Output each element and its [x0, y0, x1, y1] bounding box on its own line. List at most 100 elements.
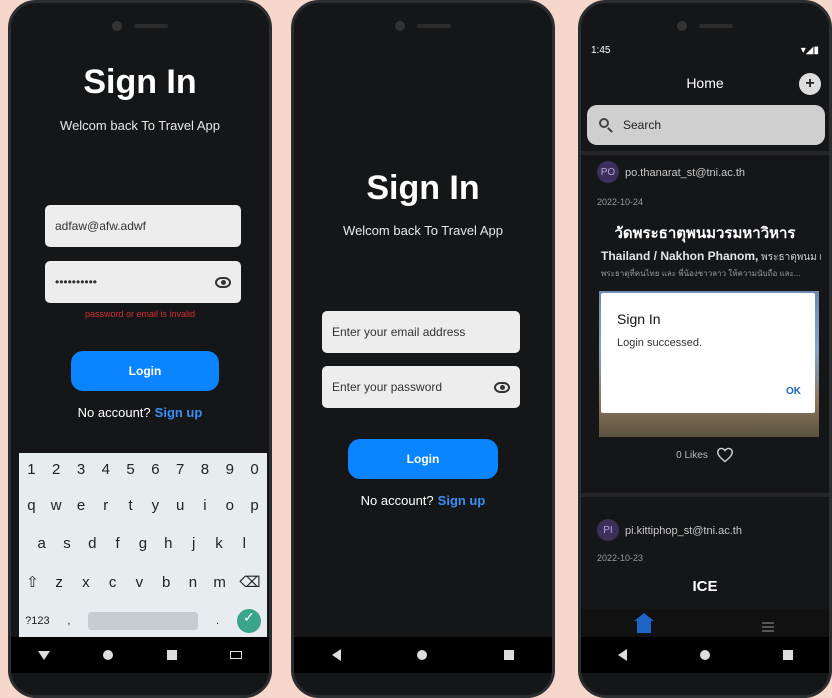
key[interactable]: m [213, 574, 227, 591]
key[interactable]: 4 [99, 461, 113, 478]
key[interactable]: 3 [74, 461, 88, 478]
key[interactable]: r [99, 497, 113, 514]
email-placeholder: Enter your email address [332, 325, 466, 339]
menu-tab-icon[interactable] [761, 622, 774, 632]
phone-home: 1:45 ▾◢▮ Home + Search PO po.thanarat_st… [578, 0, 832, 698]
key[interactable]: i [198, 497, 212, 514]
post-location-text: Thailand / Nakhon Phanom, [601, 249, 759, 263]
camera-icon [112, 21, 122, 31]
keyboard-row-2: a s d f g h j k l [19, 535, 267, 552]
key[interactable]: 7 [173, 461, 187, 478]
header-title: Home [686, 75, 724, 91]
key[interactable]: a [35, 535, 49, 552]
sign-up-link[interactable]: Sign up [155, 405, 203, 420]
key[interactable]: 6 [148, 461, 162, 478]
symbols-key[interactable]: ?123 [25, 615, 49, 627]
email-field[interactable]: adfaw@afw.adwf [45, 205, 241, 247]
shift-icon[interactable]: ⇧ [25, 573, 39, 591]
key[interactable]: e [74, 497, 88, 514]
key[interactable]: t [124, 497, 138, 514]
keyboard-row-3: ⇧ z x c v b n m ⌫ [19, 573, 267, 592]
home-nav-icon[interactable] [103, 650, 114, 660]
add-post-button[interactable]: + [799, 73, 821, 95]
key[interactable]: 9 [223, 461, 237, 478]
recents-nav-icon[interactable] [166, 650, 177, 660]
avatar: PO [597, 161, 619, 183]
home-nav-icon[interactable] [699, 650, 710, 660]
key[interactable]: h [161, 535, 175, 552]
speaker [417, 24, 451, 28]
key[interactable]: q [24, 497, 38, 514]
key[interactable]: w [49, 497, 63, 514]
divider [581, 493, 829, 497]
phone-sign-in: Sign In Welcom back To Travel App Enter … [291, 0, 555, 698]
likes-count: 0 Likes [676, 449, 708, 461]
search-input[interactable]: Search [587, 105, 825, 145]
login-button[interactable]: Login [348, 439, 498, 479]
heart-icon[interactable] [716, 447, 734, 463]
no-account-text: No account? [77, 405, 151, 420]
page-title: Sign In [366, 169, 480, 207]
space-key[interactable] [88, 612, 199, 630]
key[interactable]: 5 [124, 461, 138, 478]
post-date: 2022-10-23 [597, 553, 644, 563]
key[interactable]: u [173, 497, 187, 514]
no-account-line: No account? Sign up [11, 405, 269, 420]
dialog-message: Login successed. [617, 337, 702, 349]
key[interactable]: k [212, 535, 226, 552]
password-placeholder: Enter your password [332, 380, 443, 394]
key[interactable]: o [223, 497, 237, 514]
system-nav-bar [581, 637, 829, 673]
password-field[interactable]: •••••••••• [45, 261, 241, 303]
divider [581, 151, 829, 155]
key[interactable]: g [136, 535, 150, 552]
dialog-ok-button[interactable]: OK [786, 386, 801, 397]
recents-nav-icon[interactable] [503, 650, 514, 660]
back-nav-icon[interactable] [617, 649, 627, 661]
key[interactable]: j [187, 535, 201, 552]
sign-up-link[interactable]: Sign up [438, 493, 486, 508]
status-time: 1:45 [591, 45, 611, 56]
system-nav-bar [294, 637, 552, 673]
key[interactable]: f [111, 535, 125, 552]
key[interactable]: z [52, 574, 66, 591]
key[interactable]: b [159, 574, 173, 591]
eye-icon[interactable] [494, 381, 510, 393]
key[interactable]: 1 [24, 461, 38, 478]
home-tab-icon[interactable] [633, 613, 654, 633]
backspace-icon[interactable]: ⌫ [239, 573, 260, 591]
password-value: •••••••••• [55, 275, 98, 289]
back-nav-icon[interactable] [332, 649, 342, 661]
speaker [134, 24, 168, 28]
page-subtitle: Welcom back To Travel App [343, 223, 503, 238]
likes-row: 0 Likes [581, 447, 829, 463]
period-key[interactable]: . [211, 615, 225, 627]
hide-keyboard-icon[interactable] [37, 650, 50, 660]
eye-icon[interactable] [215, 276, 231, 288]
key[interactable]: y [148, 497, 162, 514]
keyboard-row-numbers: 1 2 3 4 5 6 7 8 9 0 [19, 461, 267, 478]
home-nav-icon[interactable] [417, 650, 428, 660]
key[interactable]: 8 [198, 461, 212, 478]
post-location: Thailand / Nakhon Phanom, พระธาตุพนม เป็… [601, 249, 821, 265]
key[interactable]: 2 [49, 461, 63, 478]
login-button[interactable]: Login [71, 351, 219, 391]
key[interactable]: p [248, 497, 262, 514]
camera-icon [395, 21, 405, 31]
key[interactable]: d [85, 535, 99, 552]
password-field[interactable]: Enter your password [322, 366, 520, 408]
keyboard-switch-icon[interactable] [230, 651, 243, 659]
key[interactable]: x [79, 574, 93, 591]
key[interactable]: v [132, 574, 146, 591]
key[interactable]: c [106, 574, 120, 591]
phone-sign-in-error: Sign In Welcom back To Travel App adfaw@… [8, 0, 272, 698]
done-check-icon[interactable]: ✓ [236, 609, 261, 633]
key[interactable]: l [237, 535, 251, 552]
camera-bar [677, 21, 733, 31]
recents-nav-icon[interactable] [782, 650, 793, 660]
key[interactable]: 0 [248, 461, 262, 478]
email-field[interactable]: Enter your email address [322, 311, 520, 353]
key[interactable]: n [186, 574, 200, 591]
key[interactable]: s [60, 535, 74, 552]
comma-key[interactable]: , [62, 615, 76, 627]
